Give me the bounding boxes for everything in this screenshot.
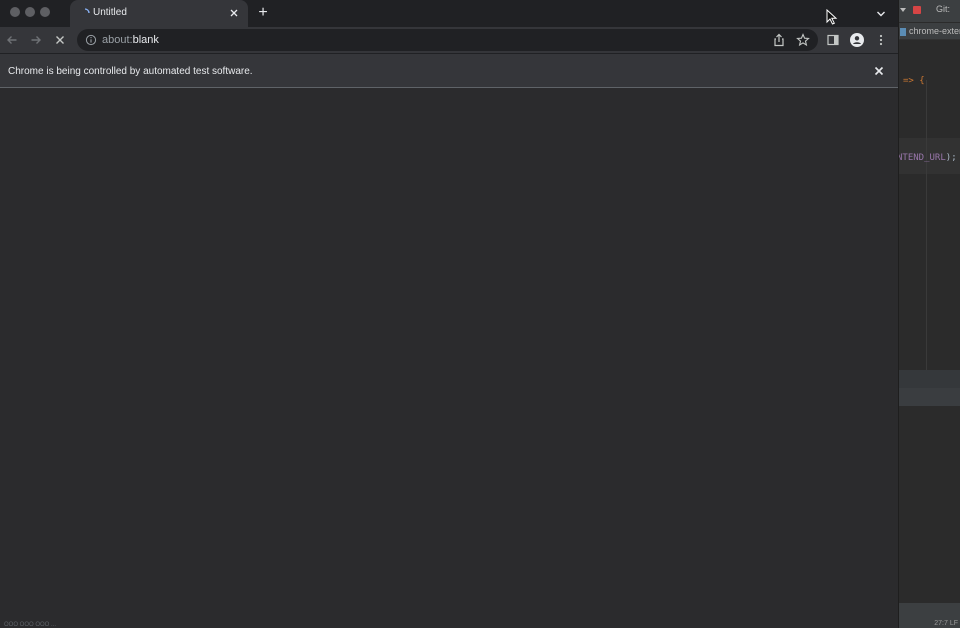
more-menu-icon[interactable] bbox=[873, 32, 889, 48]
url-scheme: about: bbox=[102, 34, 133, 46]
code-current-line bbox=[899, 370, 960, 388]
new-tab-button[interactable]: + bbox=[254, 4, 272, 22]
url-text[interactable]: about:blank bbox=[102, 34, 159, 46]
code-constant: NTEND_URL bbox=[898, 153, 946, 163]
url-page: blank bbox=[132, 34, 159, 46]
tab-strip: Untitled + bbox=[0, 0, 898, 27]
ide-editor[interactable]: => { NTEND_URL); bbox=[899, 40, 960, 602]
dropdown-arrow-icon[interactable] bbox=[900, 8, 906, 12]
loading-favicon-icon bbox=[84, 8, 90, 14]
code-line: => { bbox=[903, 76, 925, 86]
window-zoom-button[interactable] bbox=[40, 7, 50, 17]
close-icon[interactable] bbox=[872, 64, 886, 78]
browser-window: Untitled + about:blank Chrome is being c… bbox=[0, 0, 898, 628]
bottom-edge: OOO OOO OOO ... bbox=[0, 622, 898, 628]
info-icon[interactable] bbox=[85, 34, 97, 46]
ide-file-tab[interactable]: chrome-exter bbox=[899, 22, 960, 40]
address-bar[interactable]: about:blank bbox=[77, 29, 818, 51]
profile-avatar-icon[interactable] bbox=[849, 32, 865, 48]
screen: Git: chrome-exter => { NTEND_URL); 27:7 … bbox=[0, 0, 960, 628]
ide-file-tab-label: chrome-exter bbox=[909, 26, 960, 36]
git-label[interactable]: Git: bbox=[936, 4, 950, 14]
share-icon[interactable] bbox=[771, 32, 787, 48]
indent-guide bbox=[926, 80, 927, 370]
stop-loading-icon[interactable] bbox=[52, 32, 68, 48]
mouse-pointer-icon bbox=[826, 9, 838, 25]
close-icon[interactable] bbox=[227, 6, 241, 20]
forward-arrow-icon[interactable] bbox=[28, 32, 44, 48]
infobar-message: Chrome is being controlled by automated … bbox=[8, 66, 253, 77]
bottom-status-text: OOO OOO OOO ... bbox=[4, 622, 57, 628]
file-icon bbox=[900, 28, 906, 36]
automation-infobar: Chrome is being controlled by automated … bbox=[0, 53, 898, 88]
tab-untitled[interactable]: Untitled bbox=[70, 0, 248, 27]
chevron-down-icon[interactable] bbox=[873, 6, 889, 22]
code-line: NTEND_URL); bbox=[898, 153, 957, 163]
browser-toolbar: about:blank bbox=[0, 27, 898, 53]
ide-window: Git: chrome-exter => { NTEND_URL); 27:7 … bbox=[898, 0, 960, 628]
star-icon[interactable] bbox=[795, 32, 811, 48]
page-content[interactable] bbox=[0, 88, 898, 628]
side-panel-icon[interactable] bbox=[825, 32, 841, 48]
ide-cursor-position[interactable]: 27:7 LF bbox=[934, 620, 958, 628]
ide-status-bar: 27:7 LF bbox=[899, 602, 960, 628]
window-minimize-button[interactable] bbox=[25, 7, 35, 17]
run-config-icon[interactable] bbox=[913, 6, 921, 14]
back-arrow-icon[interactable] bbox=[4, 32, 20, 48]
code-punctuation: ); bbox=[945, 153, 957, 163]
ide-toolbar: Git: bbox=[899, 0, 960, 22]
tab-title: Untitled bbox=[93, 7, 127, 18]
window-close-button[interactable] bbox=[10, 7, 20, 17]
code-selection-band bbox=[899, 388, 960, 406]
